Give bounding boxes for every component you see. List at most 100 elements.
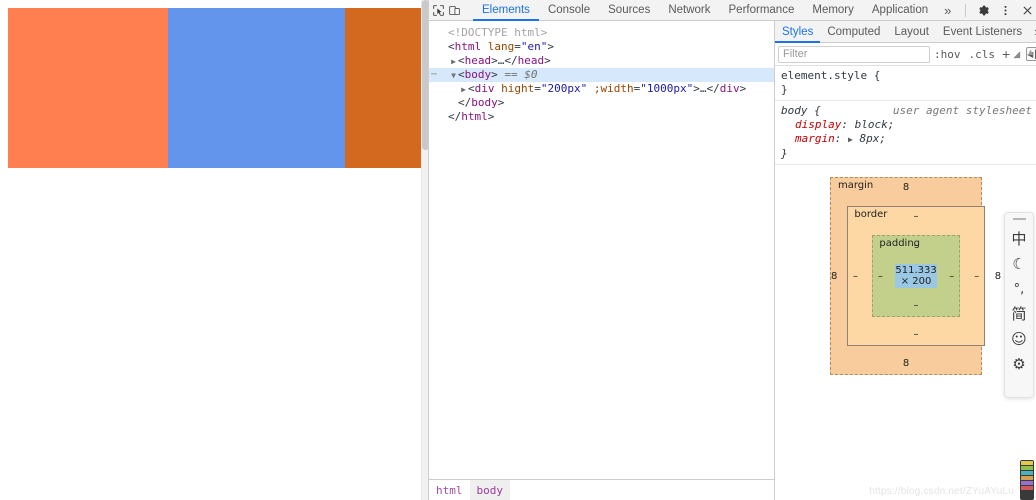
box-model-padding[interactable]: padding – – 511.333 × 200 – – bbox=[872, 235, 960, 317]
tab-performance[interactable]: Performance bbox=[720, 0, 804, 21]
tag-body: body bbox=[464, 68, 492, 81]
tab-computed[interactable]: Computed bbox=[820, 21, 887, 43]
viewport-scrollbar[interactable] bbox=[421, 0, 428, 500]
box-model-padding-right[interactable]: – bbox=[945, 271, 959, 282]
tab-layout[interactable]: Layout bbox=[887, 21, 936, 43]
dom-row-body-close[interactable]: </body> bbox=[429, 96, 774, 110]
twisty-body-icon[interactable]: ▼ bbox=[449, 69, 458, 83]
new-rule-chevron-icon[interactable]: ◢ bbox=[1013, 49, 1023, 60]
box-model-border-right[interactable]: – bbox=[970, 271, 984, 282]
dom-row-html-close[interactable]: </html> bbox=[429, 110, 774, 124]
attr-hight-value: "200px" bbox=[540, 82, 588, 95]
close-icon[interactable] bbox=[1017, 1, 1036, 20]
screen-root: Elements Console Sources Network Perform… bbox=[0, 0, 1036, 500]
page-block-orange bbox=[345, 8, 421, 168]
styles-sidebar: Styles Computed Layout Event Listeners »… bbox=[775, 21, 1036, 500]
styles-filter-input[interactable] bbox=[778, 45, 930, 63]
tab-styles[interactable]: Styles bbox=[775, 21, 821, 43]
devtools-panel: Elements Console Sources Network Perform… bbox=[428, 0, 1036, 500]
box-model-margin[interactable]: margin 8 8 border – – padding – – 511.33… bbox=[830, 177, 1001, 375]
page-viewport bbox=[0, 0, 428, 500]
attr-hight-value-text: 200px bbox=[547, 82, 581, 95]
styles-tab-overflow-chevron-icon[interactable]: » bbox=[1029, 21, 1036, 43]
tab-network[interactable]: Network bbox=[659, 0, 719, 21]
box-model-border-bottom[interactable]: – bbox=[848, 329, 983, 341]
tab-sources[interactable]: Sources bbox=[599, 0, 659, 21]
ime-settings-icon[interactable]: ⚙ bbox=[1006, 352, 1032, 377]
box-model-border-left[interactable]: – bbox=[848, 271, 862, 282]
devtools-toolbar: Elements Console Sources Network Perform… bbox=[429, 0, 1036, 21]
ime-punctuation-mode[interactable]: °, bbox=[1006, 277, 1032, 302]
css-declaration-display[interactable]: display: block; bbox=[781, 118, 1032, 132]
tab-application[interactable]: Application bbox=[863, 0, 937, 21]
twisty-head-icon[interactable]: ▶ bbox=[449, 55, 458, 69]
box-model-content-size[interactable]: 511.333 × 200 bbox=[895, 264, 937, 288]
selected-node-marker: == $0 bbox=[504, 68, 538, 81]
toolbar-right-actions bbox=[958, 1, 1036, 20]
ime-toolbar[interactable]: 中 ☾ °, 简 ☺ ⚙ bbox=[1004, 212, 1034, 398]
css-prop-margin: margin bbox=[795, 132, 835, 145]
tab-overflow-chevron-icon[interactable]: » bbox=[937, 0, 958, 21]
dom-row-body-selected[interactable]: ⋯ ▼ <body> == $0 bbox=[429, 68, 774, 82]
kebab-menu-icon[interactable] bbox=[995, 1, 1015, 20]
ime-drag-handle[interactable] bbox=[1012, 218, 1026, 220]
css-value-margin: 8px; bbox=[859, 132, 886, 145]
page-body bbox=[8, 8, 421, 168]
box-model-margin-right[interactable]: 8 bbox=[995, 271, 1001, 282]
attr-lang-value: "en" bbox=[520, 40, 548, 53]
css-declaration-margin[interactable]: margin: ▶ 8px; bbox=[781, 132, 1032, 147]
box-model-margin-left[interactable]: 8 bbox=[831, 271, 837, 282]
css-rule-element-style[interactable]: element.style { } bbox=[775, 66, 1036, 101]
breadcrumb-item-html[interactable]: html bbox=[429, 480, 470, 500]
tab-event-listeners[interactable]: Event Listeners bbox=[936, 21, 1029, 43]
cls-toggle-button[interactable]: .cls bbox=[965, 45, 1000, 64]
box-model-border[interactable]: border – – padding – – 511.333 × 200 – –… bbox=[847, 206, 985, 346]
dom-row-doctype[interactable]: <!DOCTYPE html> bbox=[429, 26, 774, 40]
css-margin-expand-icon[interactable]: ▶ bbox=[848, 135, 853, 144]
devtools-tab-list: Elements Console Sources Network Perform… bbox=[473, 0, 958, 21]
page-block-coral bbox=[8, 8, 168, 168]
new-style-rule-button[interactable]: + bbox=[999, 46, 1013, 62]
box-model-padding-left[interactable]: – bbox=[873, 271, 887, 282]
css-rules-list: element.style { } body { user agent styl… bbox=[775, 66, 1036, 165]
ime-simplified-mode[interactable]: 简 bbox=[1006, 302, 1032, 327]
ime-chinese-mode[interactable]: 中 bbox=[1006, 227, 1032, 252]
ime-moon-icon[interactable]: ☾ bbox=[1006, 252, 1032, 277]
breadcrumb: html body bbox=[429, 479, 775, 500]
hov-toggle-button[interactable]: :hov bbox=[930, 45, 965, 64]
corner-widget-bar-5 bbox=[1021, 481, 1033, 485]
row-menu-dots-icon[interactable]: ⋯ bbox=[431, 68, 437, 82]
box-model-margin-bottom[interactable]: 8 bbox=[831, 358, 981, 370]
css-prop-display: display bbox=[795, 118, 842, 131]
twisty-div-icon[interactable]: ▶ bbox=[459, 83, 468, 97]
breadcrumb-item-body[interactable]: body bbox=[469, 479, 510, 500]
watermark-text: https://blog.csdn.net/ZYuAYuLu bbox=[869, 486, 1014, 497]
attr-lang-name: lang bbox=[487, 40, 515, 53]
box-model-padding-middle: – 511.333 × 200 – bbox=[873, 252, 958, 300]
attr-width-name: ;width bbox=[593, 82, 634, 95]
gear-icon[interactable] bbox=[973, 1, 993, 20]
css-rule-body[interactable]: body { user agent stylesheet display: bl… bbox=[775, 101, 1036, 165]
tab-console[interactable]: Console bbox=[539, 0, 599, 21]
dom-tree-panel[interactable]: <!DOCTYPE html> <html lang="en"> ▶ <head>… bbox=[429, 21, 775, 479]
dom-row-html-open[interactable]: <html lang="en"> bbox=[429, 40, 774, 54]
corner-widget bbox=[1020, 460, 1034, 500]
styles-scroll-up-arrow-icon[interactable]: ▲ bbox=[1026, 47, 1035, 57]
tag-head: head bbox=[464, 54, 492, 67]
device-toolbar-icon[interactable] bbox=[448, 1, 461, 20]
styles-filter-row: :hov .cls + ◢ ◀┃ bbox=[775, 43, 1036, 66]
ime-emoji-icon[interactable]: ☺ bbox=[1006, 327, 1032, 352]
box-model-margin-middle: 8 border – – padding – – 511.333 × 200 –… bbox=[831, 194, 1001, 358]
toolbar-divider-2 bbox=[965, 3, 967, 17]
corner-widget-bar-1 bbox=[1021, 461, 1033, 465]
inspect-element-icon[interactable] bbox=[432, 1, 445, 20]
tab-elements[interactable]: Elements bbox=[473, 0, 539, 21]
page-block-blue bbox=[168, 8, 345, 168]
box-model-margin-label: margin bbox=[838, 180, 874, 191]
box-model-padding-bottom[interactable]: – bbox=[873, 300, 958, 312]
tag-div: div bbox=[474, 82, 495, 95]
dom-row-head[interactable]: ▶ <head>…</head> bbox=[429, 54, 774, 68]
div-ellipsis: … bbox=[699, 82, 707, 95]
tab-memory[interactable]: Memory bbox=[803, 0, 863, 21]
dom-row-div[interactable]: ▶ <div hight="200px" ;width="1000px">…</d… bbox=[429, 82, 774, 96]
